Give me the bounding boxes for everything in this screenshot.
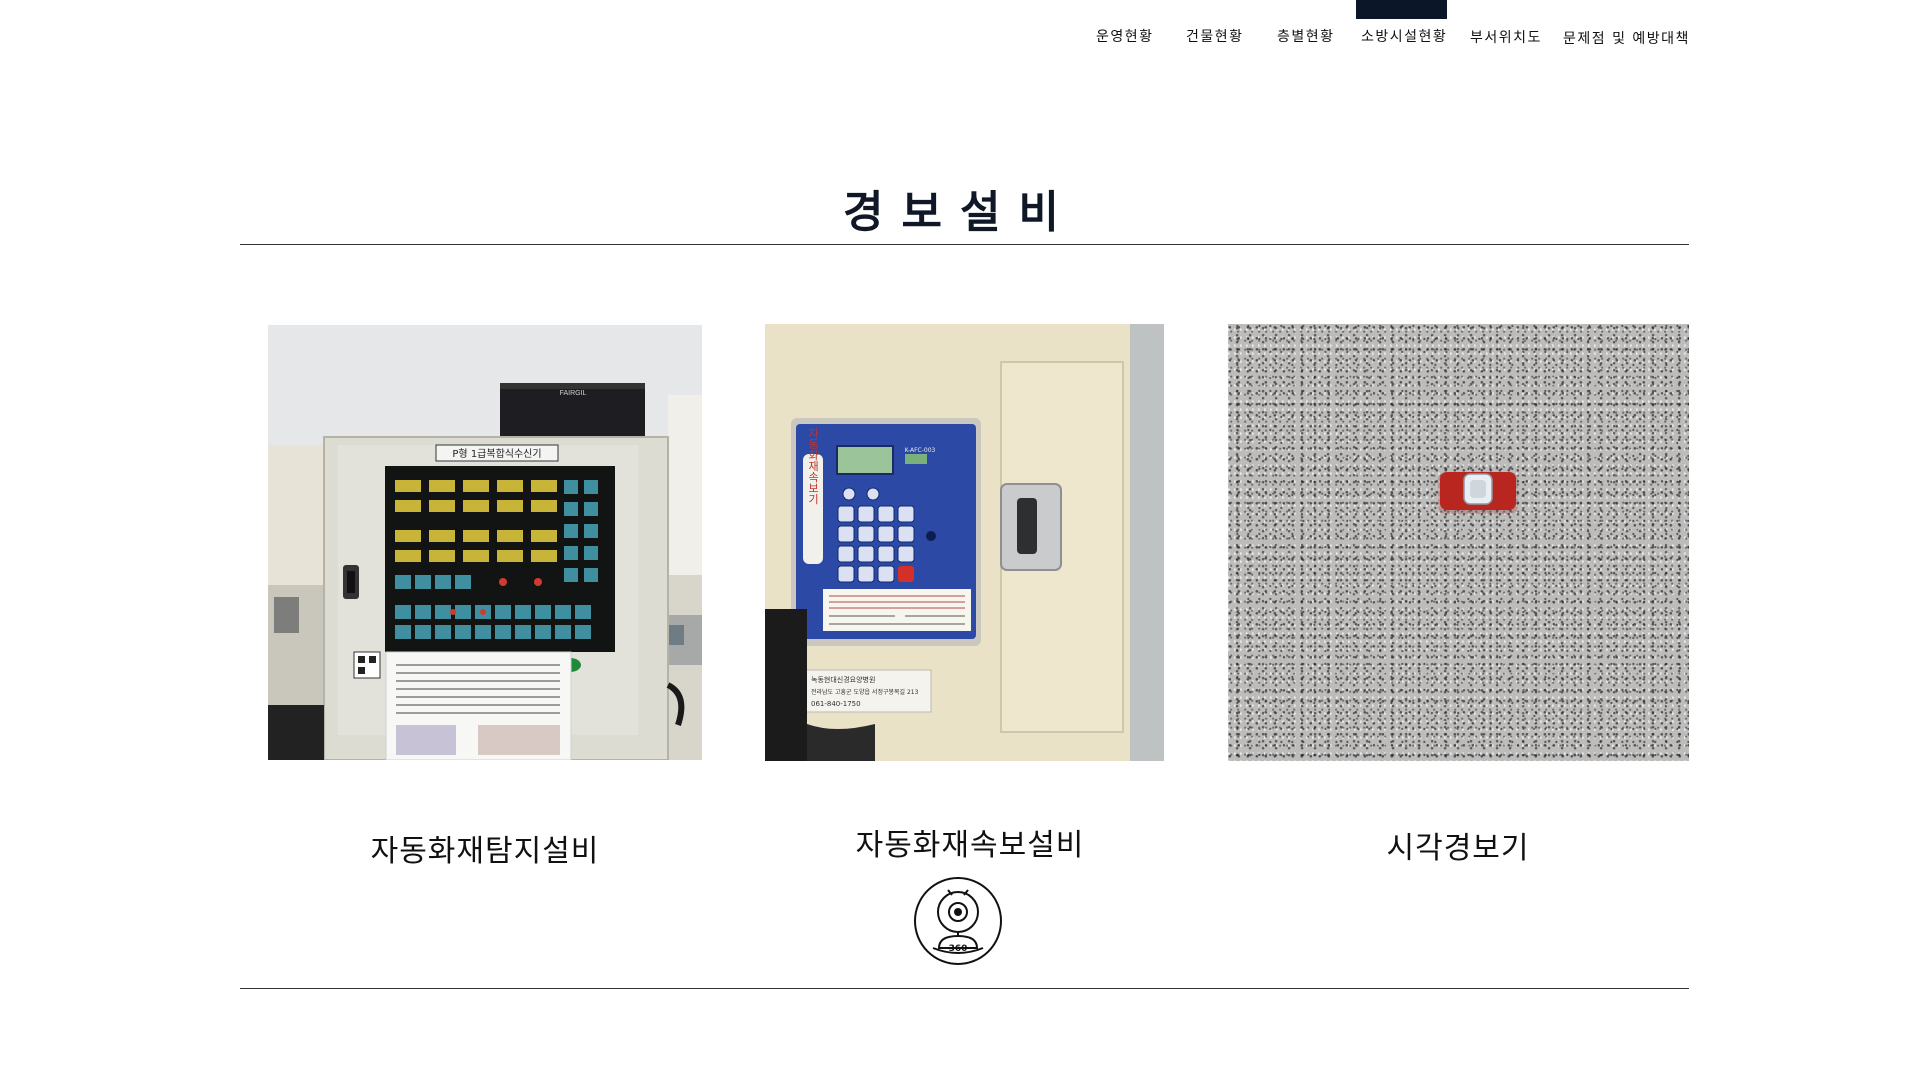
address-sticker-line-2: 전라남도 고흥군 도양읍 서정구봉목길 213 [811,688,919,696]
card-caption-fire-repeater: 자동화재속보설비 [855,828,1085,863]
nav-item-label: 문제점 및 예방대책 [1563,31,1690,47]
nav-item-label: 부서위치도 [1470,30,1542,46]
fire-detection-panel-illustration: FAIRGIL P형 1급복합식수신기 [268,325,702,760]
360-icon-text: 360 [949,944,968,954]
address-sticker-line-1: 녹동현대신경요양병원 [811,675,875,684]
card-caption-fire-detection: 자동화재탐지설비 [370,834,600,869]
360-camera-icon[interactable]: 360 [913,876,1003,966]
page: 운영현황 건물현황 층별현황 소방시설현황 부서위치도 문제점 및 예방대책 경… [0,0,1920,1080]
visual-alarm-illustration [1438,472,1518,514]
nav-item-operation-status[interactable]: 운영현황 [1096,26,1154,46]
visual-alarm-photo[interactable] [1228,324,1689,761]
nav-item-label: 소방시설현황 [1361,29,1448,45]
nav-item-problems-prevention[interactable]: 문제점 및 예방대책 [1563,28,1690,48]
address-sticker-line-3: 061-840-1750 [811,700,861,708]
360-camera-icon-graphic: 360 [914,877,1002,965]
section-title: 경보설비 [843,187,1077,238]
fire-repeater-photo[interactable]: 자동화재속보기 K-AFC-003 녹동현대신경요양병원 전라남도 고흥군 도양… [765,324,1164,761]
section-divider-bottom [240,988,1689,989]
nav-item-label: 층별현황 [1277,29,1335,45]
nav-active-indicator [1356,0,1447,19]
top-navigation: 운영현황 건물현황 층별현황 소방시설현황 부서위치도 문제점 및 예방대책 [0,0,1920,60]
nav-item-label: 운영현황 [1096,29,1154,45]
fire-detection-panel-photo[interactable]: FAIRGIL P형 1급복합식수신기 [268,325,702,760]
nav-item-label: 건물현황 [1186,29,1244,45]
monitor-brand-text: FAIRGIL [560,390,587,397]
nav-item-department-map[interactable]: 부서위치도 [1470,27,1542,47]
repeater-red-button [898,566,914,582]
nav-item-floor-status[interactable]: 층별현황 [1277,26,1335,46]
repeater-model-text: K-AFC-003 [905,447,936,454]
nav-item-fire-facility-status[interactable]: 소방시설현황 [1361,26,1447,46]
nav-item-building-status[interactable]: 건물현황 [1186,26,1244,46]
section-divider-top [240,244,1689,245]
panel-label-text: P형 1급복합식수신기 [452,448,541,460]
card-caption-visual-alarm: 시각경보기 [1386,831,1530,866]
fire-repeater-illustration: 자동화재속보기 K-AFC-003 녹동현대신경요양병원 전라남도 고흥군 도양… [765,324,1164,761]
repeater-vertical-label: 자동화재속보기 [807,427,820,504]
